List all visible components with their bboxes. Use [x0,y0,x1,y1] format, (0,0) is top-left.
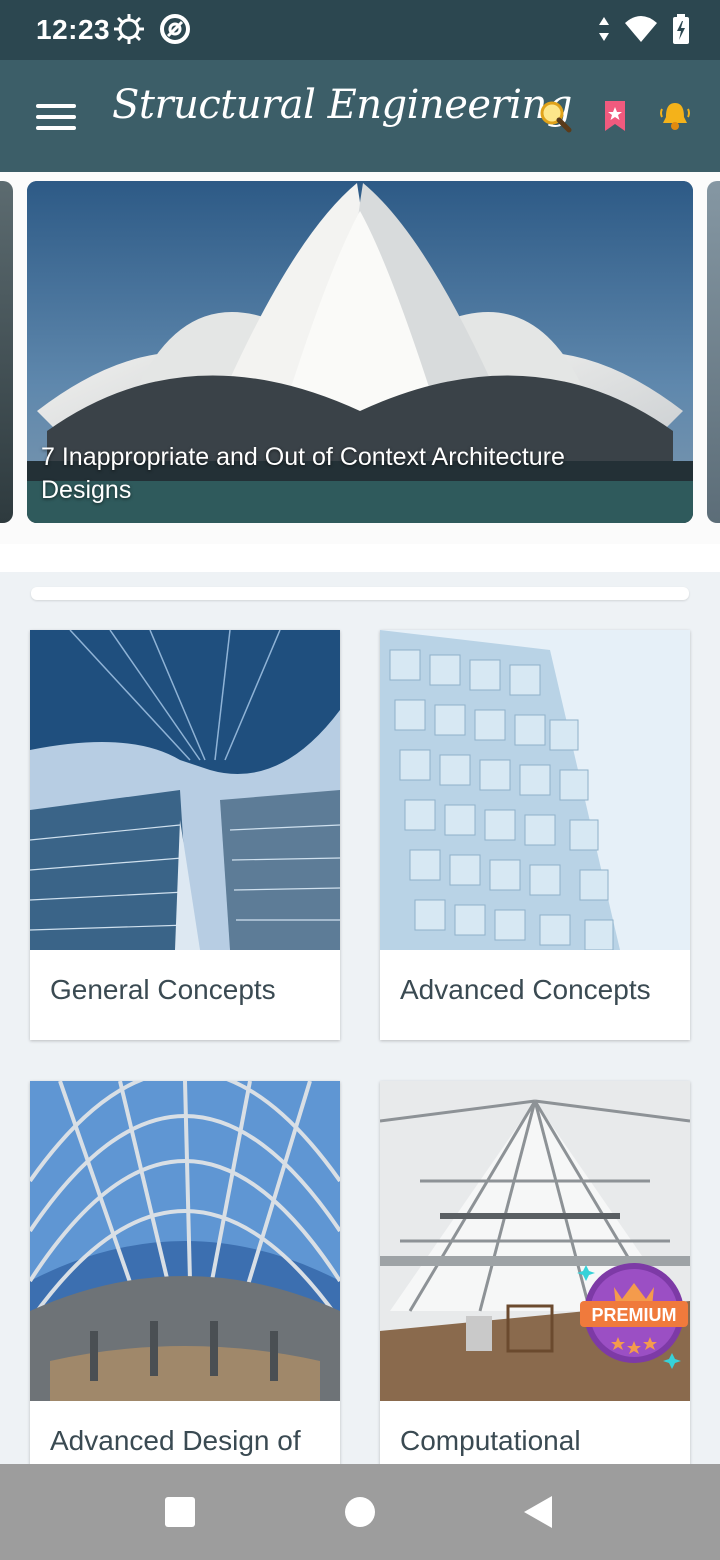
back-triangle-icon[interactable] [522,1496,554,1533]
status-bar: 12:23 [0,0,720,60]
hamburger-menu-icon[interactable] [36,104,76,130]
category-card-label: Advanced Concepts [400,974,651,1005]
app-bar: Structural Engineering [0,60,720,172]
category-image [380,630,690,950]
battery-charging-icon [673,14,689,44]
category-card-advanced-concepts[interactable]: Advanced Concepts [380,630,690,1040]
carousel-slide-caption: 7 Inappropriate and Out of Context Archi… [41,443,565,504]
category-image [30,630,340,950]
category-image [30,1081,340,1401]
at-sign-status-icon [160,14,190,44]
data-arrows-icon [599,17,609,41]
category-card-label: General Concepts [50,974,276,1005]
wifi-icon [625,16,657,42]
featured-carousel: 7 Inappropriate and Out of Context Archi… [0,172,720,572]
status-time: 12:23 [36,14,111,45]
category-card-advanced-design[interactable]: Advanced Design of [30,1081,340,1481]
carousel-previous-slide[interactable] [0,181,13,523]
carousel-next-slide[interactable] [707,181,720,523]
recents-square-icon[interactable] [164,1496,196,1533]
bookmark-icon[interactable] [598,96,632,136]
system-navigation-bar [0,1464,720,1560]
category-image: PREMIUM [380,1081,690,1401]
sparkle-icon [577,1265,595,1281]
section-divider-card [31,587,689,600]
status-right-icons [598,14,690,44]
premium-badge-label: PREMIUM [592,1305,677,1325]
carousel-strip: 7 Inappropriate and Out of Context Archi… [0,172,720,544]
notification-bell-icon[interactable] [658,96,692,136]
search-icon[interactable] [538,96,572,136]
category-card-general-concepts[interactable]: General Concepts [30,630,340,1040]
premium-badge[interactable]: PREMIUM [576,1257,688,1369]
status-left-icons [112,12,192,46]
gear-status-icon [114,14,144,44]
category-card-computational[interactable]: PREMIUM Computational [380,1081,690,1481]
app-bar-actions [538,96,692,136]
app-title: Structural Engineering [112,82,572,128]
home-circle-icon[interactable] [344,1496,376,1533]
carousel-slide[interactable]: 7 Inappropriate and Out of Context Archi… [27,181,693,523]
